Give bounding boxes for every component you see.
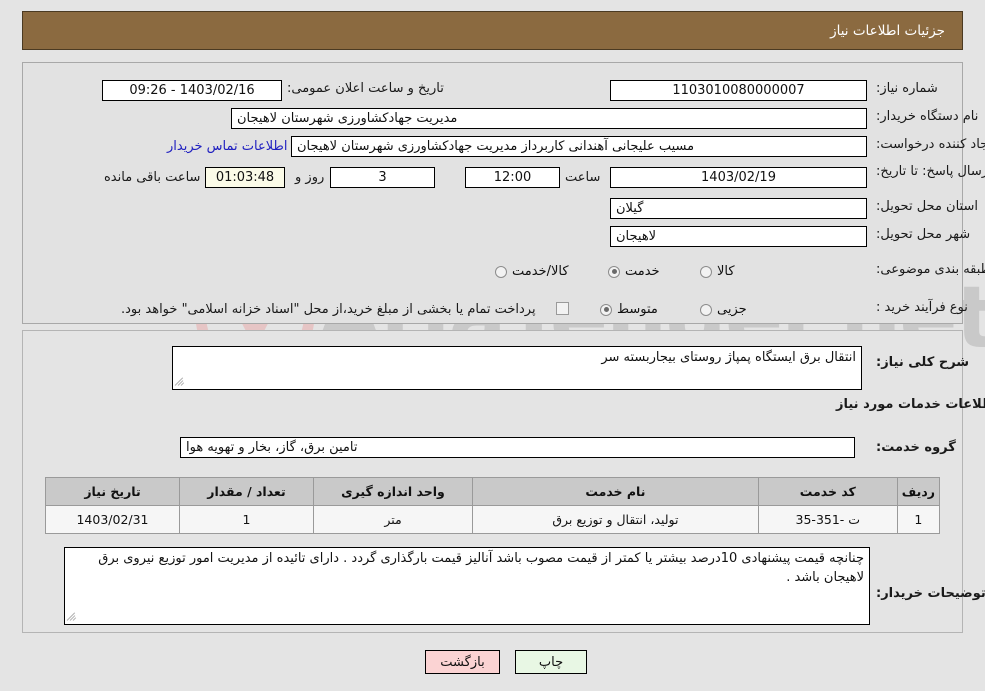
th-code: کد خدمت — [757, 477, 898, 506]
province-label: استان محل تحویل: — [876, 199, 978, 214]
th-date: تاریخ نیاز — [45, 477, 180, 506]
buyer-org-label: نام دستگاه خریدار: — [876, 109, 979, 124]
page-title: جزئیات اطلاعات نیاز — [830, 22, 945, 39]
buyer-remarks-value: چنانچه قیمت پیشنهادی 10درصد بیشتر یا کمت… — [98, 551, 864, 585]
request-creator-label: ایجاد کننده درخواست: — [876, 137, 985, 152]
print-button[interactable]: چاپ — [515, 650, 587, 674]
process-radio-jozei[interactable] — [700, 303, 712, 316]
request-creator-value: مسیب علیجانی آهندانی کاربرداز مدیریت جها… — [291, 136, 867, 157]
cell-date: 1403/02/31 — [45, 505, 180, 534]
cell-qty: 1 — [179, 505, 314, 534]
category-radio-kala-khedmat[interactable] — [495, 265, 507, 278]
province-value: گیلان — [610, 198, 867, 219]
process-type-label: نوع فرآیند خرید : — [876, 300, 968, 315]
deadline-label: مهلت ارسال پاسخ: تا تاریخ: — [876, 164, 985, 179]
service-group-label: گروه خدمت: — [876, 440, 956, 455]
services-heading: اطلاعات خدمات مورد نیاز — [836, 397, 985, 412]
province-row: استان محل تحویل: — [876, 199, 978, 214]
th-name: نام خدمت — [472, 477, 759, 506]
process-option-jozei[interactable]: جزیی — [700, 302, 747, 317]
public-announce-row: تاریخ و ساعت اعلان عمومی: — [287, 81, 444, 96]
deadline-time: 12:00 — [465, 167, 560, 188]
deadline-row: مهلت ارسال پاسخ: تا تاریخ: — [876, 163, 985, 181]
back-button[interactable]: بازگشت — [425, 650, 500, 674]
table-header-row: ردیف کد خدمت نام خدمت واحد اندازه گیری ت… — [45, 477, 941, 506]
deadline-countdown: 01:03:48 — [205, 167, 285, 188]
general-desc-label: شرح کلی نیاز: — [876, 355, 970, 370]
general-desc-value: انتقال برق ایستگاه پمپاژ روستای بیجاربست… — [601, 350, 856, 365]
city-value: لاهیجان — [610, 226, 867, 247]
category-radio-khedmat[interactable] — [608, 265, 620, 278]
city-label: شهر محل تحویل: — [876, 227, 971, 242]
buyer-contact-link[interactable]: اطلاعات تماس خریدار — [167, 139, 287, 154]
category-radio-kala[interactable] — [700, 265, 712, 278]
buyer-remarks-label: توضیحات خریدار: — [876, 586, 985, 601]
cell-name: تولید، انتقال و توزیع برق — [472, 505, 759, 534]
category-option-kala-khedmat[interactable]: کالا/خدمت — [495, 264, 569, 279]
deadline-time-label: ساعت — [565, 170, 601, 185]
process-radio-motevaset[interactable] — [600, 303, 612, 316]
need-number-label: شماره نیاز: — [876, 81, 938, 96]
process-option-motevaset[interactable]: متوسط — [600, 302, 658, 317]
city-row: شهر محل تحویل: — [876, 227, 970, 242]
cell-code: ت -351-35 — [757, 505, 898, 534]
process-option-jozei-label: جزیی — [717, 302, 747, 317]
process-type-row: نوع فرآیند خرید : — [876, 300, 968, 315]
buyer-org-value: مدیریت جهادکشاورزی شهرستان لاهیجان — [231, 108, 867, 129]
cell-radif: 1 — [896, 505, 941, 534]
table-row: 1 ت -351-35 تولید، انتقال و توزیع برق مت… — [45, 505, 941, 534]
resize-grip-icon — [174, 376, 187, 388]
category-option-khedmat-label: خدمت — [625, 264, 660, 279]
buyer-remarks-textarea[interactable]: چنانچه قیمت پیشنهادی 10درصد بیشتر یا کمت… — [64, 547, 870, 625]
treasury-note-text: پرداخت تمام یا بخشی از مبلغ خرید،از محل … — [121, 302, 536, 317]
deadline-days-label: روز و — [295, 170, 325, 185]
category-row: طبقه بندی موضوعی: — [876, 262, 985, 277]
services-table: ردیف کد خدمت نام خدمت واحد اندازه گیری ت… — [45, 477, 941, 534]
request-creator-row: ایجاد کننده درخواست: — [876, 137, 985, 152]
public-announce-label: تاریخ و ساعت اعلان عمومی: — [287, 81, 444, 96]
general-desc-textarea[interactable]: انتقال برق ایستگاه پمپاژ روستای بیجاربست… — [172, 346, 862, 390]
category-option-kala[interactable]: کالا — [700, 264, 735, 279]
deadline-countdown-label: ساعت باقی مانده — [104, 170, 201, 185]
category-option-kala-label: کالا — [717, 264, 735, 279]
page-header: جزئیات اطلاعات نیاز — [22, 11, 963, 50]
public-announce-value: 1403/02/16 - 09:26 — [102, 80, 282, 101]
category-label: طبقه بندی موضوعی: — [876, 262, 985, 277]
category-option-kala-khedmat-label: کالا/خدمت — [512, 264, 569, 279]
treasury-note-checkbox[interactable] — [556, 302, 569, 315]
need-number-row: شماره نیاز: — [876, 81, 938, 96]
th-qty: تعداد / مقدار — [179, 477, 314, 506]
deadline-date: 1403/02/19 — [610, 167, 867, 188]
need-number-value: 1103010080000007 — [610, 80, 867, 101]
buyer-org-row: نام دستگاه خریدار: — [876, 109, 978, 124]
resize-grip-icon-2 — [66, 611, 79, 623]
need-info-panel — [22, 62, 963, 324]
page-root: AriaTender.net جزئیات اطلاعات نیاز شماره… — [0, 0, 985, 691]
th-radif: ردیف — [896, 477, 941, 506]
deadline-days: 3 — [330, 167, 435, 188]
category-option-khedmat[interactable]: خدمت — [608, 264, 660, 279]
process-option-motevaset-label: متوسط — [617, 302, 658, 317]
th-unit: واحد اندازه گیری — [313, 477, 473, 506]
cell-unit: متر — [313, 505, 473, 534]
service-group-value: تامین برق، گاز، بخار و تهویه هوا — [180, 437, 855, 458]
